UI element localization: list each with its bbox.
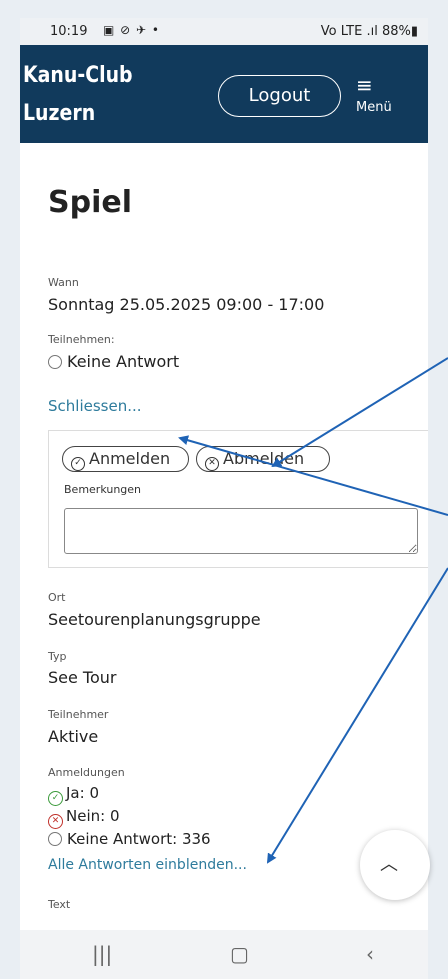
teilnehmer-value: Aktive	[48, 727, 99, 746]
signup-panel: ✓ Anmelden ✕ Abmelden Bemerkungen	[48, 430, 428, 568]
teilnehmen-status: Keine Antwort	[48, 352, 179, 371]
keine-antwort-text: Keine Antwort: 336	[67, 830, 211, 848]
chevron-up-icon: ︿	[380, 854, 398, 875]
nein-text: Nein: 0	[66, 807, 120, 825]
abmelden-button[interactable]: ✕ Abmelden	[196, 446, 330, 472]
ja-count: ✓ Ja: 0	[48, 784, 99, 806]
keine-antwort-count: Keine Antwort: 336	[48, 830, 211, 848]
anmeldungen-label: Anmeldungen	[48, 766, 125, 779]
anmelden-label: Anmelden	[89, 449, 171, 468]
status-right: Vo LTE .ıl 88%▮	[320, 24, 418, 39]
menu-button[interactable]: ≡ Menü	[356, 75, 416, 115]
wann-label: Wann	[48, 276, 79, 289]
bemerkungen-label: Bemerkungen	[64, 483, 142, 496]
notification-icons: ▣ ⊘ ✈ •	[103, 23, 160, 37]
anmelden-button[interactable]: ✓ Anmelden	[62, 446, 189, 472]
hamburger-icon: ≡	[356, 73, 373, 97]
check-circle-icon: ✓	[48, 791, 63, 806]
teilnehmen-label: Teilnehmen:	[48, 333, 115, 346]
x-circle-icon: ✕	[205, 457, 219, 471]
ort-label: Ort	[48, 591, 66, 604]
menu-label: Menü	[356, 100, 392, 115]
recent-apps-icon[interactable]: |||	[92, 942, 112, 966]
typ-label: Typ	[48, 650, 67, 663]
home-icon[interactable]: ▢	[230, 942, 249, 966]
brand-logo[interactable]: Kanu-Club Luzern	[23, 57, 186, 133]
status-bar: 10:19 ▣ ⊘ ✈ • Vo LTE .ıl 88%▮	[20, 18, 428, 45]
bemerkungen-textarea[interactable]	[64, 508, 418, 554]
ja-text: Ja: 0	[66, 784, 99, 802]
alle-antworten-link[interactable]: Alle Antworten einblenden...	[48, 857, 247, 873]
check-circle-icon: ✓	[71, 457, 85, 471]
android-nav-bar: ||| ▢ ‹	[20, 930, 428, 979]
phone-screen: 10:19 ▣ ⊘ ✈ • Vo LTE .ıl 88%▮ Kanu-Club …	[20, 18, 428, 979]
page-title: Spiel	[48, 185, 132, 220]
x-circle-icon: ✕	[48, 814, 63, 829]
status-time: 10:19	[50, 24, 88, 39]
text-label: Text	[48, 898, 71, 911]
schliessen-link[interactable]: Schliessen...	[48, 397, 142, 415]
typ-value: See Tour	[48, 668, 117, 687]
nein-count: ✕ Nein: 0	[48, 807, 120, 829]
logout-button[interactable]: Logout	[218, 75, 341, 117]
teilnehmen-value: Keine Antwort	[67, 352, 180, 371]
back-icon[interactable]: ‹	[366, 942, 374, 966]
radio-empty-icon	[48, 832, 62, 846]
scroll-top-button[interactable]: ︿	[360, 830, 430, 900]
app-header: Kanu-Club Luzern Logout ≡ Menü	[20, 45, 428, 143]
ort-value: Seetourenplanungsgruppe	[48, 610, 261, 629]
teilnehmer-label: Teilnehmer	[48, 708, 109, 721]
wann-value: Sonntag 25.05.2025 09:00 - 17:00	[48, 295, 325, 314]
abmelden-label: Abmelden	[223, 449, 305, 468]
radio-empty-icon	[48, 355, 62, 369]
